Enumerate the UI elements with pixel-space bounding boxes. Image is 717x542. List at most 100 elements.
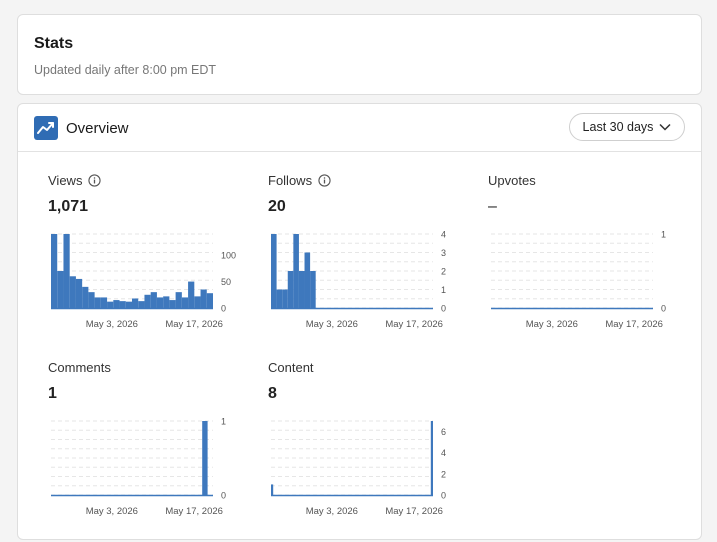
- y-tick-label: 2: [441, 267, 446, 277]
- metric-value: 1: [48, 385, 57, 402]
- metric-views: Views 1,071 0 50 100 May 3, 2026 May 17, 202…: [48, 172, 238, 331]
- bar: [100, 297, 108, 308]
- bar: [69, 276, 76, 308]
- y-tick-label: 1: [661, 230, 666, 240]
- follows-chart: 0 1 2 3 4 May 3, 2026 May 17, 2026: [268, 230, 468, 338]
- x-tick-label: May 3, 2026: [306, 506, 358, 517]
- metric-value: –: [488, 198, 497, 215]
- stats-card: Stats Updated daily after 8:00 pm EDT: [17, 14, 702, 95]
- y-tick-label: 0: [661, 304, 666, 314]
- y-tick-label: 1: [221, 417, 226, 427]
- upvotes-chart: 0 1 May 3, 2026 May 17, 2026: [488, 230, 688, 338]
- bar: [132, 298, 139, 308]
- y-tick-label: 0: [441, 304, 446, 314]
- x-tick-label: May 17, 2026: [385, 319, 443, 330]
- y-tick-label: 6: [441, 427, 446, 437]
- bar: [276, 289, 283, 308]
- metric-value: 8: [268, 385, 277, 402]
- bar: [169, 300, 176, 308]
- y-tick-label: 0: [221, 304, 226, 314]
- y-tick-label: 100: [221, 251, 236, 261]
- upvotes-chart-svg: 0 1 May 3, 2026 May 17, 2026: [491, 230, 666, 330]
- metric-upvotes: Upvotes – 0 1 May 3, 2026 May 17, 2026: [488, 172, 678, 331]
- overview-header: Overview Last 30 days: [18, 104, 701, 152]
- bar: [271, 484, 274, 495]
- y-tick-label: 4: [441, 448, 446, 458]
- bar: [138, 301, 145, 308]
- bar: [51, 234, 58, 308]
- y-tick-label: 0: [221, 491, 226, 501]
- comments-chart: 0 1 May 3, 2026 May 17, 2026: [48, 417, 248, 525]
- bar: [287, 271, 294, 308]
- bar: [298, 271, 305, 308]
- bar: [181, 297, 189, 308]
- stats-subtitle: Updated daily after 8:00 pm EDT: [34, 63, 217, 77]
- bar: [144, 294, 151, 308]
- chevron-down-icon: [659, 123, 671, 131]
- x-tick-label: May 3, 2026: [306, 319, 358, 330]
- views-chart-svg: 0 50 100 May 3, 2026 May 17, 2026: [51, 233, 236, 330]
- metric-value: 20: [268, 198, 286, 215]
- bar: [200, 289, 207, 308]
- bar: [63, 234, 70, 308]
- x-tick-label: May 17, 2026: [605, 319, 663, 330]
- bar: [125, 301, 132, 308]
- views-chart: 0 50 100 May 3, 2026 May 17, 2026: [48, 230, 248, 338]
- bar: [156, 297, 164, 308]
- bar: [194, 296, 201, 308]
- stats-title: Stats: [34, 35, 74, 52]
- bar: [107, 301, 114, 308]
- metric-label: Comments: [48, 359, 111, 375]
- content-chart: 0 2 4 6 May 3, 2026 May 17, 2026: [268, 417, 468, 525]
- bar: [293, 234, 299, 308]
- info-icon[interactable]: [88, 173, 102, 187]
- bar: [150, 292, 157, 308]
- y-tick-label: 50: [221, 277, 231, 287]
- bar: [82, 286, 89, 308]
- bar: [57, 271, 64, 308]
- content-chart-svg: 0 2 4 6 May 3, 2026 May 17, 2026: [271, 420, 446, 517]
- metric-label: Content: [268, 359, 314, 375]
- bar: [88, 292, 95, 308]
- trending-up-icon: [34, 116, 58, 140]
- bar: [430, 421, 433, 495]
- bar: [206, 293, 213, 308]
- bar: [175, 292, 182, 308]
- x-tick-label: May 3, 2026: [86, 319, 138, 330]
- x-tick-label: May 3, 2026: [526, 319, 578, 330]
- y-tick-label: 3: [441, 248, 446, 258]
- y-tick-label: 2: [441, 469, 446, 479]
- overview-card: Overview Last 30 days Views 1,071 0 50 100…: [17, 103, 702, 540]
- y-tick-label: 4: [441, 230, 446, 240]
- overview-title: Overview: [66, 120, 129, 137]
- metric-label: Upvotes: [488, 172, 536, 188]
- follows-chart-svg: 0 1 2 3 4 May 3, 2026 May 17, 2026: [271, 230, 446, 330]
- bar: [310, 271, 316, 308]
- date-range-dropdown[interactable]: Last 30 days: [569, 113, 685, 141]
- bar: [75, 278, 83, 308]
- metric-value: 1,071: [48, 198, 89, 215]
- x-tick-label: May 17, 2026: [165, 319, 223, 330]
- info-icon[interactable]: [318, 173, 331, 187]
- bar: [188, 281, 195, 308]
- metric-content: Content 8 0 2 4 6 May 3, 2026 May 17, 2026: [268, 359, 458, 518]
- metric-label: Views: [48, 172, 83, 188]
- metric-comments: Comments 1 0 1 May 3, 2026 May 17, 2026: [48, 359, 238, 518]
- bar: [282, 289, 288, 308]
- bar: [202, 421, 208, 495]
- bar: [304, 252, 311, 308]
- bar: [163, 296, 170, 308]
- x-tick-label: May 3, 2026: [86, 506, 138, 517]
- bar: [94, 297, 101, 308]
- metric-follows: Follows 20 0 1 2 3 4 May 3, 2026 May 17, 2026: [268, 172, 458, 331]
- y-tick-label: 1: [441, 285, 446, 295]
- comments-chart-svg: 0 1 May 3, 2026 May 17, 2026: [51, 417, 226, 517]
- bar: [113, 300, 120, 308]
- y-tick-label: 0: [441, 491, 446, 501]
- bar: [119, 301, 126, 308]
- bar: [271, 234, 277, 308]
- date-range-label: Last 30 days: [582, 120, 654, 134]
- x-tick-label: May 17, 2026: [385, 506, 443, 517]
- metric-label: Follows: [268, 172, 313, 188]
- x-tick-label: May 17, 2026: [165, 506, 223, 517]
